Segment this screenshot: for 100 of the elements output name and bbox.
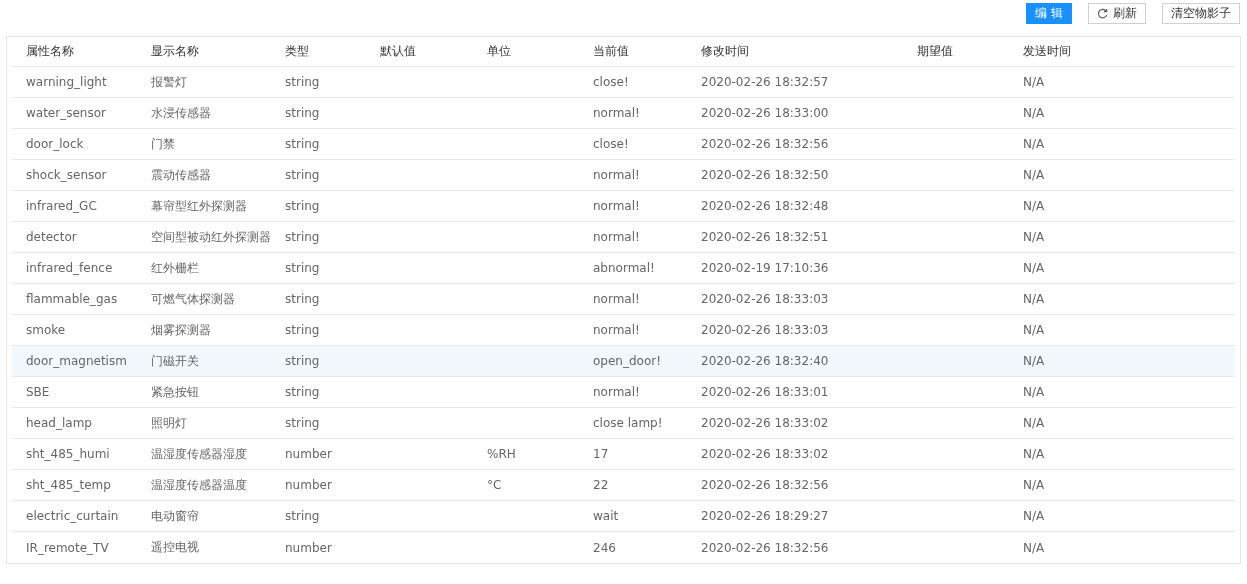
table-cell: 可燃气体探测器	[151, 290, 235, 308]
table-row[interactable]: head_lamp 照明灯 string close lamp! 2020-02-26 18:33:02 N/A	[12, 408, 1235, 439]
table-cell: string	[285, 75, 320, 89]
table-cell: abnormal!	[593, 261, 655, 275]
table-cell: electric_curtain	[26, 509, 119, 523]
table-row[interactable]: IR_remote_TV 遥控电视 number 246 2020-02-26 18:32:56 N/A	[12, 532, 1235, 563]
table-cell: 门磁开关	[151, 352, 199, 370]
table-row[interactable]: sht_485_humi 温湿度传感器湿度 number %RH 17 2020-02-26 18:33:02 N/A	[12, 439, 1235, 470]
table-cell: 2020-02-26 18:32:51	[701, 230, 829, 244]
table-row[interactable]: sht_485_temp 温湿度传感器温度 number °C 22 2020-02-26 18:32:56 N/A	[12, 470, 1235, 501]
table-cell: SBE	[26, 385, 50, 399]
table-cell: N/A	[1023, 478, 1045, 492]
table-row[interactable]: door_magnetism 门磁开关 string open_door! 2020-02-26 18:32:40 N/A	[12, 346, 1235, 377]
table-cell: door_magnetism	[26, 354, 127, 368]
column-header: 显示名称	[150, 43, 200, 60]
table-row[interactable]: detector 空间型被动红外探测器 string normal! 2020-02-26 18:32:51 N/A	[12, 222, 1235, 253]
table-cell: shock_sensor	[26, 168, 107, 182]
table-cell: sht_485_temp	[26, 478, 111, 492]
table-row[interactable]: warning_light 报警灯 string close! 2020-02-26 18:32:57 N/A	[12, 67, 1235, 98]
clear-shadow-button[interactable]: 清空物影子	[1162, 3, 1240, 24]
table-cell: close!	[593, 75, 629, 89]
table-cell: 2020-02-26 18:33:01	[701, 385, 829, 399]
table-cell: N/A	[1023, 75, 1045, 89]
table-cell: number	[285, 540, 332, 555]
table-cell: N/A	[1023, 230, 1045, 244]
table-cell: normal!	[593, 323, 640, 337]
table-cell: 水浸传感器	[151, 104, 211, 122]
column-header: 单位	[486, 43, 512, 60]
column-header: 类型	[284, 43, 310, 60]
table-cell: N/A	[1023, 106, 1045, 120]
table-cell: string	[285, 199, 320, 213]
table-cell: 2020-02-26 18:33:03	[701, 292, 829, 306]
table-cell: N/A	[1023, 354, 1045, 368]
refresh-button[interactable]: 刷新	[1088, 3, 1146, 24]
table-cell: N/A	[1023, 137, 1045, 151]
table-cell: N/A	[1023, 540, 1045, 555]
table-row[interactable]: electric_curtain 电动窗帘 string wait 2020-02-26 18:29:27 N/A	[12, 501, 1235, 532]
table-cell: N/A	[1023, 261, 1045, 275]
table-cell: 2020-02-26 18:29:27	[701, 509, 829, 523]
table-cell: open_door!	[593, 354, 661, 368]
table-cell: string	[285, 261, 320, 275]
table-cell: 红外栅栏	[151, 259, 199, 277]
table-cell: infrared_fence	[26, 261, 113, 275]
table-row[interactable]: infrared_GC 幕帘型红外探测器 string normal! 2020-02-26 18:32:48 N/A	[12, 191, 1235, 222]
table-cell: close lamp!	[593, 416, 663, 430]
table-cell: N/A	[1023, 447, 1045, 461]
table-cell: 震动传感器	[151, 166, 211, 184]
table-cell: sht_485_humi	[26, 447, 110, 461]
table-cell: 幕帘型红外探测器	[151, 197, 247, 215]
table-cell: 2020-02-26 18:32:57	[701, 75, 829, 89]
table-cell: string	[285, 106, 320, 120]
table-cell: string	[285, 323, 320, 337]
table-cell: 温湿度传感器温度	[151, 476, 247, 494]
table-cell: 246	[593, 540, 616, 555]
table-cell: %RH	[487, 447, 516, 461]
table-cell: string	[285, 509, 320, 523]
table-row[interactable]: infrared_fence 红外栅栏 string abnormal! 2020-02-19 17:10:36 N/A	[12, 253, 1235, 284]
table-cell: 2020-02-26 18:32:48	[701, 199, 829, 213]
table-cell: 紧急按钮	[151, 383, 199, 401]
table-cell: 2020-02-26 18:32:40	[701, 354, 829, 368]
column-header: 当前值	[592, 43, 630, 60]
table-cell: string	[285, 168, 320, 182]
column-header: 属性名称	[25, 43, 75, 60]
table-cell: 空间型被动红外探测器	[151, 228, 271, 246]
table-cell: string	[285, 292, 320, 306]
table-cell: string	[285, 137, 320, 151]
column-header: 修改时间	[700, 43, 750, 60]
table-cell: normal!	[593, 106, 640, 120]
table-cell: 温湿度传感器湿度	[151, 445, 247, 463]
table-cell: 遥控电视	[151, 539, 199, 556]
table-row[interactable]: door_lock 门禁 string close! 2020-02-26 18:32:56 N/A	[12, 129, 1235, 160]
table-cell: 2020-02-19 17:10:36	[701, 261, 829, 275]
table-cell: 17	[593, 447, 609, 461]
table-cell: IR_remote_TV	[26, 540, 109, 555]
table-row[interactable]: shock_sensor 震动传感器 string normal! 2020-02-26 18:32:50 N/A	[12, 160, 1235, 191]
table-cell: N/A	[1023, 292, 1045, 306]
table-row[interactable]: water_sensor 水浸传感器 string normal! 2020-02-26 18:33:00 N/A	[12, 98, 1235, 129]
table-cell: water_sensor	[26, 106, 106, 120]
table-cell: number	[285, 478, 332, 492]
table-cell: 2020-02-26 18:32:56	[701, 478, 829, 492]
table-cell: N/A	[1023, 199, 1045, 213]
table-row[interactable]: flammable_gas 可燃气体探测器 string normal! 2020-02-26 18:33:03 N/A	[12, 284, 1235, 315]
table-cell: 2020-02-26 18:33:00	[701, 106, 829, 120]
table-cell: normal!	[593, 385, 640, 399]
table-cell: detector	[26, 230, 77, 244]
table-cell: 22	[593, 478, 609, 492]
table-cell: N/A	[1023, 323, 1045, 337]
table-row[interactable]: SBE 紧急按钮 string normal! 2020-02-26 18:33:01 N/A	[12, 377, 1235, 408]
table-cell: 电动窗帘	[151, 507, 199, 525]
table-cell: 2020-02-26 18:32:50	[701, 168, 829, 182]
table-cell: N/A	[1023, 385, 1045, 399]
edit-button[interactable]: 编 辑	[1026, 3, 1072, 24]
table-cell: warning_light	[26, 75, 107, 89]
refresh-icon	[1097, 8, 1108, 19]
table-cell: flammable_gas	[26, 292, 118, 306]
table-cell: string	[285, 230, 320, 244]
table-cell: number	[285, 447, 332, 461]
table-cell: N/A	[1023, 509, 1045, 523]
table-cell: °C	[487, 478, 502, 492]
table-cell: string	[285, 416, 320, 430]
